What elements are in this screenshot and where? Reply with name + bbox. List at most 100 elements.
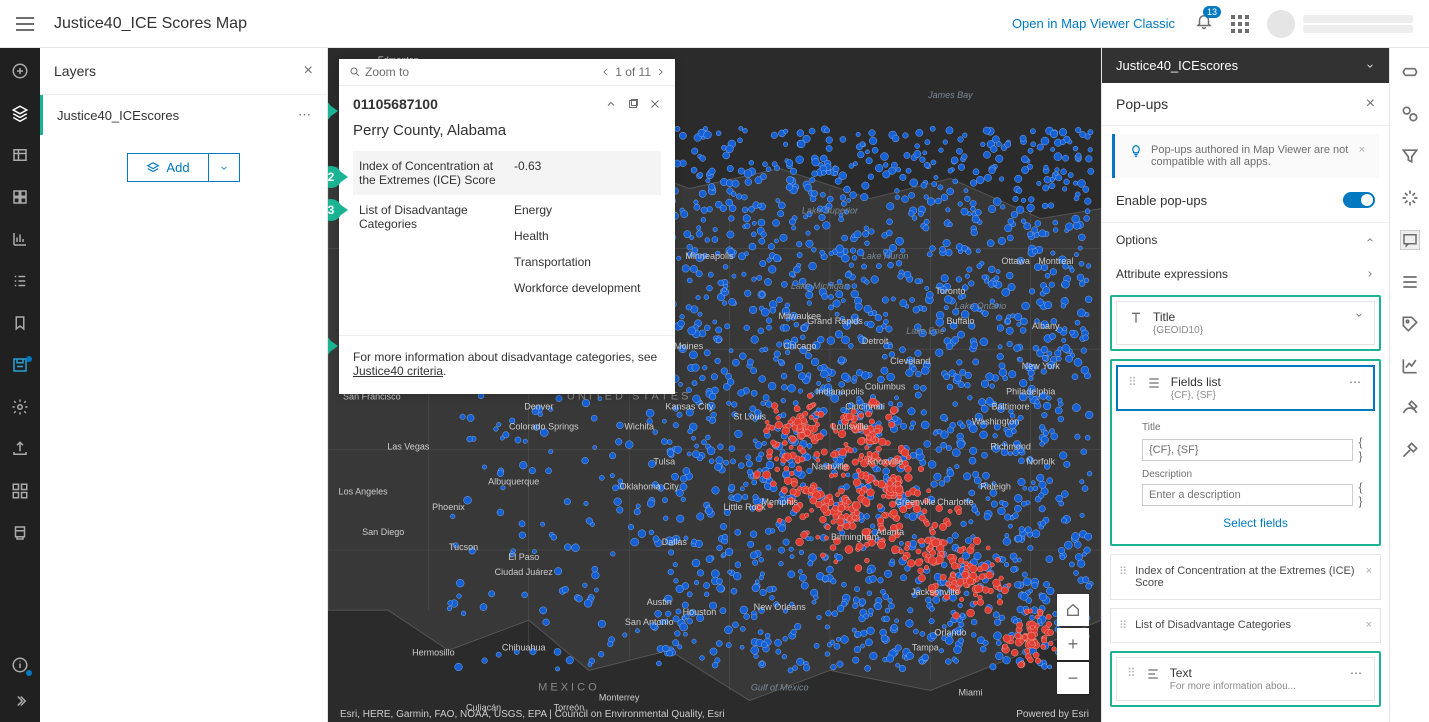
svg-text:San Diego: San Diego xyxy=(362,527,404,537)
svg-text:Oklahoma City: Oklahoma City xyxy=(620,482,680,492)
lightbulb-icon xyxy=(1129,144,1143,158)
layers-icon[interactable] xyxy=(11,104,29,122)
drag-handle-icon[interactable]: ⠿ xyxy=(1119,565,1127,578)
add-layer-caret[interactable] xyxy=(209,154,239,181)
svg-text:Jacksonville: Jacksonville xyxy=(911,587,960,597)
info-icon[interactable] xyxy=(11,656,29,674)
svg-text:Tampa: Tampa xyxy=(912,642,940,652)
options-header[interactable]: Options xyxy=(1102,222,1389,257)
clustering-icon[interactable] xyxy=(1400,356,1420,376)
svg-text:Buffalo: Buffalo xyxy=(946,316,974,326)
svg-text:Monterrey: Monterrey xyxy=(599,693,640,703)
select-fields-link[interactable]: Select fields xyxy=(1142,508,1369,534)
svg-text:Atlanta: Atlanta xyxy=(876,527,905,537)
close-icon[interactable] xyxy=(649,98,661,110)
remove-icon[interactable]: × xyxy=(1366,619,1372,631)
enable-popups-toggle[interactable] xyxy=(1343,192,1375,208)
close-icon[interactable]: × xyxy=(304,62,313,80)
popup-field-value: Energy Health Transportation Workforce d… xyxy=(508,195,661,315)
dismiss-icon[interactable]: × xyxy=(1359,144,1365,156)
expression-icon[interactable]: { } xyxy=(1359,435,1369,463)
svg-text:Philadelphia: Philadelphia xyxy=(1006,386,1056,396)
filter-icon[interactable] xyxy=(1400,146,1420,166)
fields-list-content-card[interactable]: ⠿ Fields list {CF}, {SF} ⋯ xyxy=(1116,365,1375,411)
svg-text:Tulsa: Tulsa xyxy=(653,457,676,467)
svg-text:New Orleans: New Orleans xyxy=(754,602,807,612)
close-icon[interactable]: × xyxy=(1366,95,1375,113)
table-icon[interactable] xyxy=(11,146,29,164)
ice-score-field-card[interactable]: ⠿ Index of Concentration at the Extremes… xyxy=(1110,554,1381,600)
basemap-icon[interactable] xyxy=(11,188,29,206)
effects-icon[interactable] xyxy=(1400,188,1420,208)
svg-text:Dallas: Dallas xyxy=(662,537,688,547)
styles-icon[interactable] xyxy=(1400,104,1420,124)
labels-icon[interactable] xyxy=(1400,314,1420,334)
add-icon[interactable] xyxy=(11,62,29,80)
fields-icon[interactable] xyxy=(1400,272,1420,292)
zoom-to-button[interactable]: Zoom to xyxy=(349,65,409,79)
fields-list-icon xyxy=(1145,375,1163,391)
user-avatar[interactable] xyxy=(1267,10,1295,38)
title-field-label: Title xyxy=(1142,422,1161,433)
home-button[interactable] xyxy=(1057,594,1089,626)
tools-icon[interactable] xyxy=(1400,440,1420,460)
remove-icon[interactable]: × xyxy=(1366,565,1372,577)
popups-config-panel: Justice40_ICEscores Pop-ups × Pop-ups au… xyxy=(1101,48,1389,722)
svg-text:San Antonio: San Antonio xyxy=(625,617,674,627)
drag-handle-icon[interactable]: ⠿ xyxy=(1128,375,1137,389)
svg-text:Baltimore: Baltimore xyxy=(992,401,1030,411)
title-field-input[interactable] xyxy=(1142,439,1353,461)
properties-icon[interactable] xyxy=(1400,62,1420,82)
svg-text:Lake Superior: Lake Superior xyxy=(802,206,859,216)
drag-handle-icon[interactable]: ⠿ xyxy=(1127,666,1136,680)
svg-text:Kansas City: Kansas City xyxy=(665,401,714,411)
feature-popup: Zoom to 1 of 11 01105687100 Perry County… xyxy=(339,59,675,394)
layer-selector[interactable]: Justice40_ICEscores xyxy=(1102,48,1389,83)
widgets-icon[interactable] xyxy=(11,482,29,500)
justice40-criteria-link[interactable]: Justice40 criteria xyxy=(353,364,443,378)
print-icon[interactable] xyxy=(11,524,29,542)
sketch-icon[interactable] xyxy=(1400,398,1420,418)
bookmark-icon[interactable] xyxy=(11,314,29,332)
svg-text:Lake Ontario: Lake Ontario xyxy=(955,301,1007,311)
svg-text:Las Vegas: Las Vegas xyxy=(387,442,430,452)
expression-icon[interactable]: { } xyxy=(1359,480,1369,508)
attribute-expressions-row[interactable]: Attribute expressions xyxy=(1102,257,1389,291)
disadvantage-categories-field-card[interactable]: ⠿ List of Disadvantage Categories × xyxy=(1110,608,1381,643)
drag-handle-icon[interactable]: ⠿ xyxy=(1119,619,1127,632)
more-icon[interactable]: ⋯ xyxy=(298,107,313,123)
popup-title: 01105687100 xyxy=(353,96,438,112)
svg-text:Los Angeles: Los Angeles xyxy=(339,487,389,497)
svg-text:Albuquerque: Albuquerque xyxy=(488,477,539,487)
layer-item-label: Justice40_ICEscores xyxy=(57,108,179,123)
dock-icon[interactable] xyxy=(627,98,639,110)
expand-rail-icon[interactable] xyxy=(11,692,29,710)
svg-text:Chicago: Chicago xyxy=(783,341,816,351)
open-map-viewer-classic-link[interactable]: Open in Map Viewer Classic xyxy=(1012,16,1175,31)
more-icon[interactable]: ⋯ xyxy=(1350,666,1364,680)
menu-icon[interactable] xyxy=(16,17,34,31)
chart-icon[interactable] xyxy=(11,230,29,248)
title-content-card[interactable]: Title {GEOID10} xyxy=(1116,301,1375,345)
save-icon[interactable] xyxy=(11,356,29,374)
settings-icon[interactable] xyxy=(11,398,29,416)
next-icon[interactable] xyxy=(655,67,665,77)
notifications-icon[interactable]: 13 xyxy=(1195,12,1213,35)
map-canvas[interactable]: EdmontonCalgaryReginaWinnipegSeattlePort… xyxy=(328,48,1101,722)
previous-icon[interactable] xyxy=(601,67,611,77)
zoom-in-button[interactable]: + xyxy=(1057,628,1089,660)
svg-text:Cleveland: Cleveland xyxy=(890,356,930,366)
zoom-out-button[interactable]: − xyxy=(1057,662,1089,694)
text-content-card[interactable]: ⠿ Text For more information abou... ⋯ xyxy=(1116,657,1375,701)
description-field-input[interactable] xyxy=(1142,484,1353,506)
share-icon[interactable] xyxy=(11,440,29,458)
more-icon[interactable]: ⋯ xyxy=(1349,375,1363,389)
popups-icon[interactable] xyxy=(1400,230,1420,250)
legend-icon[interactable] xyxy=(11,272,29,290)
collapse-icon[interactable] xyxy=(605,98,617,110)
add-layer-button[interactable]: Add xyxy=(127,153,239,182)
svg-text:James Bay: James Bay xyxy=(927,90,973,100)
apps-grid-icon[interactable] xyxy=(1231,15,1249,33)
layer-item[interactable]: Justice40_ICEscores ⋯ xyxy=(40,95,327,135)
popups-panel-title: Pop-ups xyxy=(1116,96,1168,112)
